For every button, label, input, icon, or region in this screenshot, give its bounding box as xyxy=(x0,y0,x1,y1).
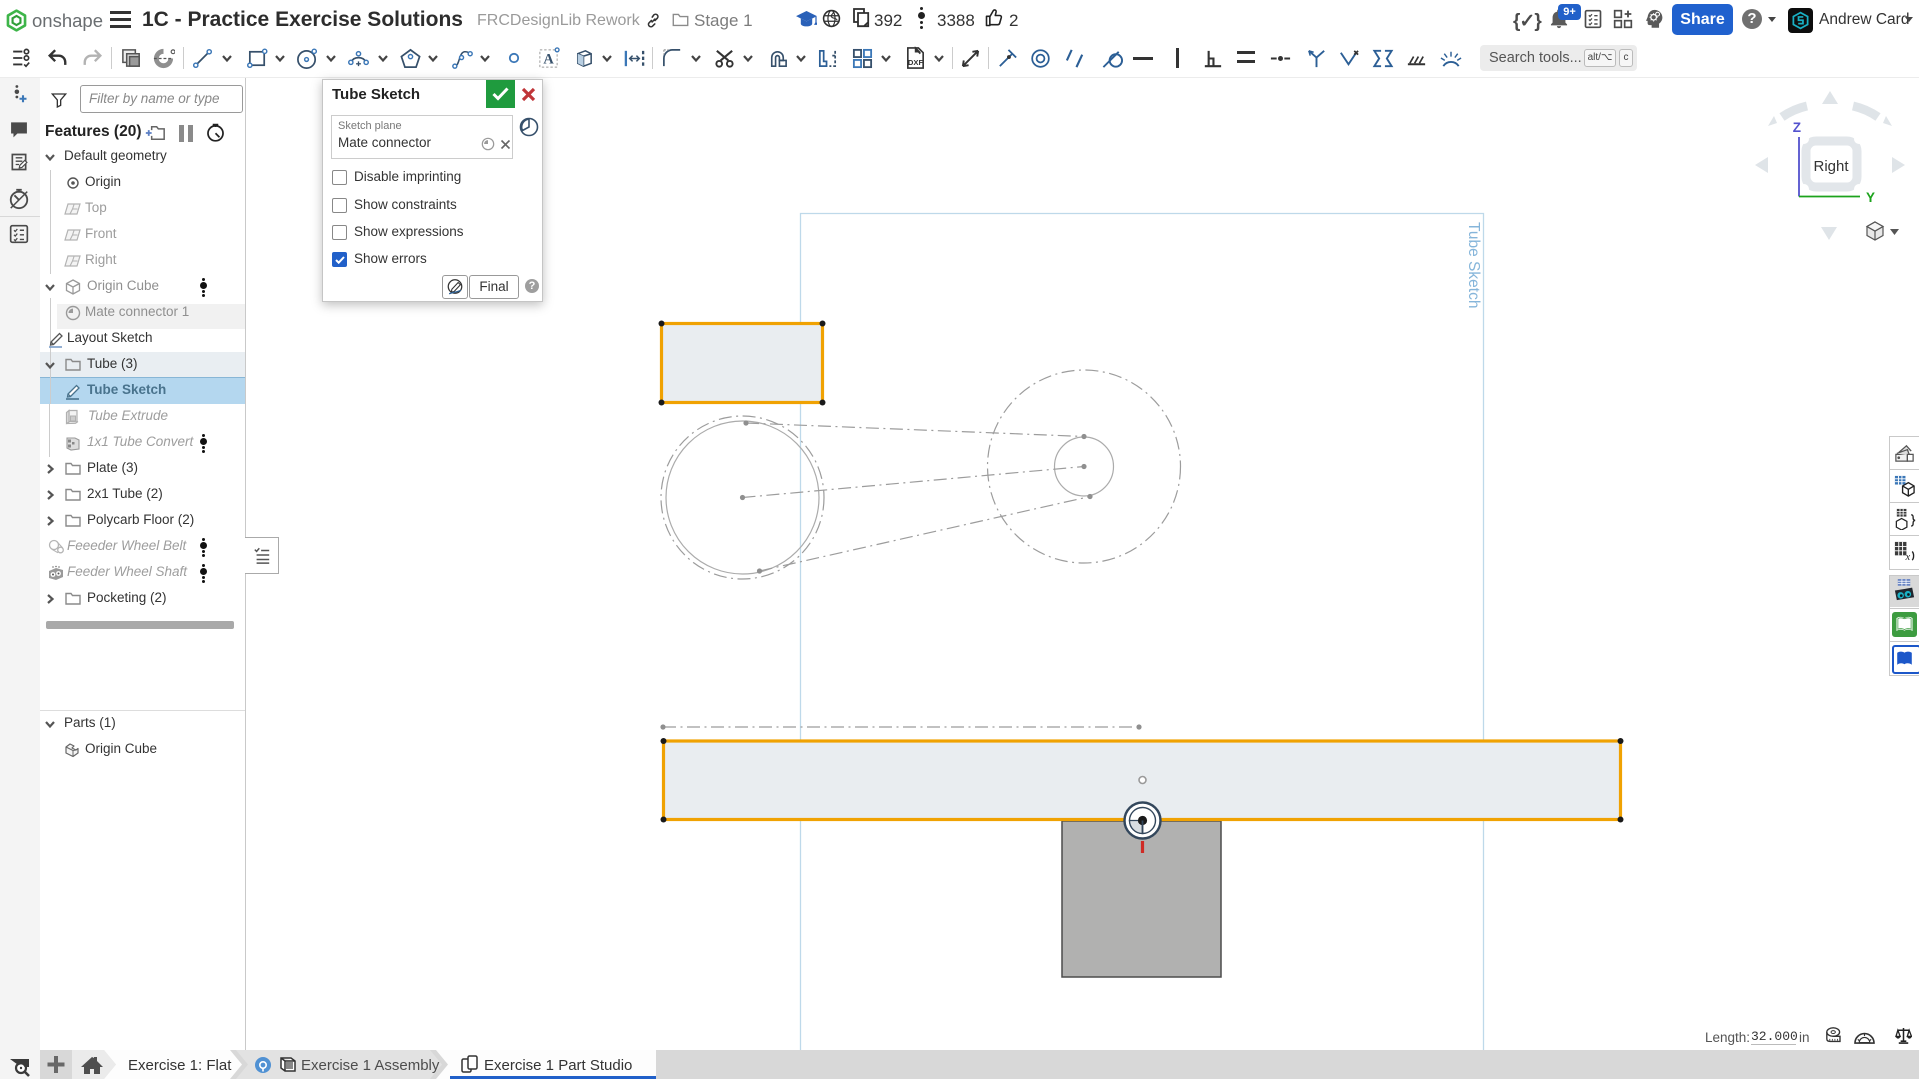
svg-text:x: x xyxy=(1904,552,1910,563)
svg-text:Right: Right xyxy=(1813,158,1849,175)
svg-text:Y: Y xyxy=(1866,190,1875,205)
svg-text:Exercise 1: Flat: Exercise 1: Flat xyxy=(128,1057,232,1074)
svg-text:A: A xyxy=(543,51,554,67)
svg-text:Exercise 1 Part Studio: Exercise 1 Part Studio xyxy=(484,1057,632,1074)
svg-text:Z: Z xyxy=(1793,120,1801,135)
svg-text:DXF: DXF xyxy=(908,58,924,67)
svg-text:Tube Sketch: Tube Sketch xyxy=(1465,222,1482,308)
svg-text:Exercise 1 Assembly: Exercise 1 Assembly xyxy=(301,1057,440,1074)
